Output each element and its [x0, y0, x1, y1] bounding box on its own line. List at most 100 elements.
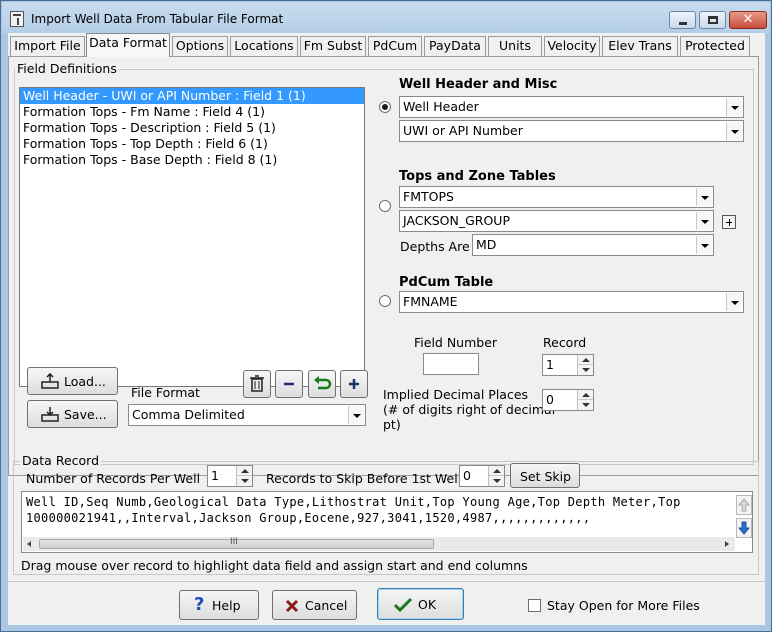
file-format-label: File Format	[131, 385, 200, 400]
record-stepper[interactable]: 1	[542, 354, 594, 376]
list-item[interactable]: Formation Tops - Top Depth : Field 6 (1)	[20, 136, 364, 152]
field-number-input[interactable]	[423, 353, 479, 375]
well-header-radio[interactable]	[379, 101, 391, 113]
record-up-button[interactable]	[736, 495, 752, 515]
tab-elev-trans[interactable]: Elev Trans	[602, 36, 678, 56]
minimize-icon	[679, 22, 687, 25]
stay-open-checkbox[interactable]	[528, 599, 541, 612]
chevron-down-icon	[696, 188, 712, 206]
chevron-down-icon	[726, 98, 742, 116]
spin-up-icon[interactable]	[236, 466, 252, 476]
cancel-button[interactable]: Cancel	[272, 590, 357, 620]
add-button[interactable]	[340, 370, 368, 398]
pdcum-radio[interactable]	[379, 295, 391, 307]
tab-data-format[interactable]: Data Format	[86, 33, 170, 57]
tab-import-file[interactable]: Import File	[10, 36, 85, 56]
minimize-button[interactable]	[669, 11, 696, 29]
tops-zone-title: Tops and Zone Tables	[399, 169, 556, 184]
spin-up-icon[interactable]	[577, 355, 593, 365]
list-item[interactable]: Formation Tops - Description : Field 5 (…	[20, 120, 364, 136]
spin-up-icon[interactable]	[577, 390, 593, 400]
tab-units[interactable]: Units	[488, 36, 542, 56]
spin-down-icon[interactable]	[577, 365, 593, 375]
app-icon	[10, 11, 24, 27]
tops-zone-radio[interactable]	[379, 200, 391, 212]
file-format-select[interactable]: Comma Delimited	[128, 404, 366, 426]
records-to-skip-label: Records to Skip Before 1st Well	[266, 471, 462, 486]
tab-paydata[interactable]: PayData	[424, 36, 486, 56]
implied-decimal-stepper[interactable]: 0	[542, 389, 594, 411]
implied-decimal-label-2: (# of digits right of decimal	[383, 402, 556, 417]
tab-pdcum[interactable]: PdCum	[368, 36, 422, 56]
arrow-up-icon	[737, 498, 751, 512]
spin-down-icon[interactable]	[488, 476, 504, 486]
tab-options[interactable]: Options	[172, 36, 228, 56]
chevron-down-icon	[696, 212, 712, 230]
plus-icon	[349, 379, 359, 389]
list-item[interactable]: Formation Tops - Fm Name : Field 4 (1)	[20, 104, 364, 120]
data-record-text[interactable]: Well ID,Seq Numb,Geological Data Type,Li…	[21, 491, 753, 553]
help-button[interactable]: ? Help	[179, 590, 259, 620]
delete-button[interactable]	[243, 370, 271, 398]
scroll-thumb[interactable]: III	[39, 537, 434, 549]
list-item[interactable]: Formation Tops - Base Depth : Field 8 (1…	[20, 152, 364, 168]
ok-button[interactable]: OK	[377, 588, 464, 620]
maximize-icon	[708, 16, 718, 24]
implied-decimal-label-3: pt)	[383, 417, 401, 432]
records-to-skip-stepper[interactable]: 0	[459, 465, 505, 487]
remove-button[interactable]	[275, 370, 303, 398]
expand-icon[interactable]	[722, 215, 736, 229]
records-per-well-label: Number of Records Per Well	[26, 471, 201, 486]
tab-locations[interactable]: Locations	[230, 36, 298, 56]
record-down-button[interactable]	[736, 518, 752, 538]
cancel-icon	[285, 599, 299, 613]
record-line-data[interactable]: 100000021941,,Interval,Jackson Group,Eoc…	[26, 511, 590, 525]
spin-down-icon[interactable]	[577, 400, 593, 410]
dialog-client: Import File Data Format Options Location…	[8, 33, 765, 625]
field-definitions-list[interactable]: Well Header - UWI or API Number : Field …	[19, 87, 365, 387]
tops-table-select[interactable]: FMTOPS	[399, 186, 714, 208]
scroll-left-icon[interactable]	[23, 537, 37, 551]
horizontal-scrollbar[interactable]: III	[23, 537, 735, 551]
tab-fm-subst[interactable]: Fm Subst	[300, 36, 366, 56]
depths-are-label: Depths Are	[400, 239, 470, 254]
tab-strip: Import File Data Format Options Location…	[8, 33, 765, 57]
close-icon: ✕	[742, 12, 754, 27]
tab-protected[interactable]: Protected	[680, 36, 750, 56]
help-icon: ?	[194, 594, 205, 615]
pdcum-title: PdCum Table	[399, 275, 494, 290]
undo-button[interactable]	[308, 370, 336, 398]
set-skip-button[interactable]: Set Skip	[510, 463, 580, 488]
data-format-panel: Field Definitions Well Header - UWI or A…	[8, 56, 759, 476]
pdcum-select[interactable]: FMNAME	[399, 291, 744, 313]
records-per-well-stepper[interactable]: 1	[207, 465, 253, 487]
data-record-label: Data Record	[20, 453, 102, 468]
scroll-grip: III	[230, 537, 238, 547]
maximize-button[interactable]	[699, 11, 726, 29]
button-bar: ? Help Cancel OK Stay Open for More File…	[8, 581, 765, 625]
spin-up-icon[interactable]	[488, 466, 504, 476]
save-icon	[41, 407, 59, 422]
load-button[interactable]: Load...	[27, 367, 118, 395]
chevron-down-icon	[726, 293, 742, 311]
arrow-down-icon	[737, 521, 751, 535]
spin-down-icon[interactable]	[236, 476, 252, 486]
scroll-right-icon[interactable]	[720, 537, 734, 551]
save-button[interactable]: Save...	[27, 400, 118, 428]
chevron-down-icon	[348, 406, 364, 424]
trash-icon	[250, 375, 264, 392]
tab-velocity[interactable]: Velocity	[544, 36, 600, 56]
undo-icon	[314, 376, 332, 390]
zone-select[interactable]: JACKSON_GROUP	[399, 210, 714, 232]
list-item[interactable]: Well Header - UWI or API Number : Field …	[20, 88, 364, 104]
chevron-down-icon	[696, 236, 712, 254]
record-line-header[interactable]: Well ID,Seq Numb,Geological Data Type,Li…	[26, 495, 681, 509]
title-bar[interactable]: Import Well Data From Tabular File Forma…	[2, 2, 770, 34]
ok-check-icon	[394, 598, 412, 612]
well-header-field-select[interactable]: UWI or API Number	[399, 120, 744, 142]
minus-icon	[284, 382, 294, 386]
depths-are-select[interactable]: MD	[472, 234, 714, 256]
well-header-table-select[interactable]: Well Header	[399, 96, 744, 118]
record-label: Record	[543, 335, 587, 350]
close-button[interactable]: ✕	[729, 11, 767, 29]
